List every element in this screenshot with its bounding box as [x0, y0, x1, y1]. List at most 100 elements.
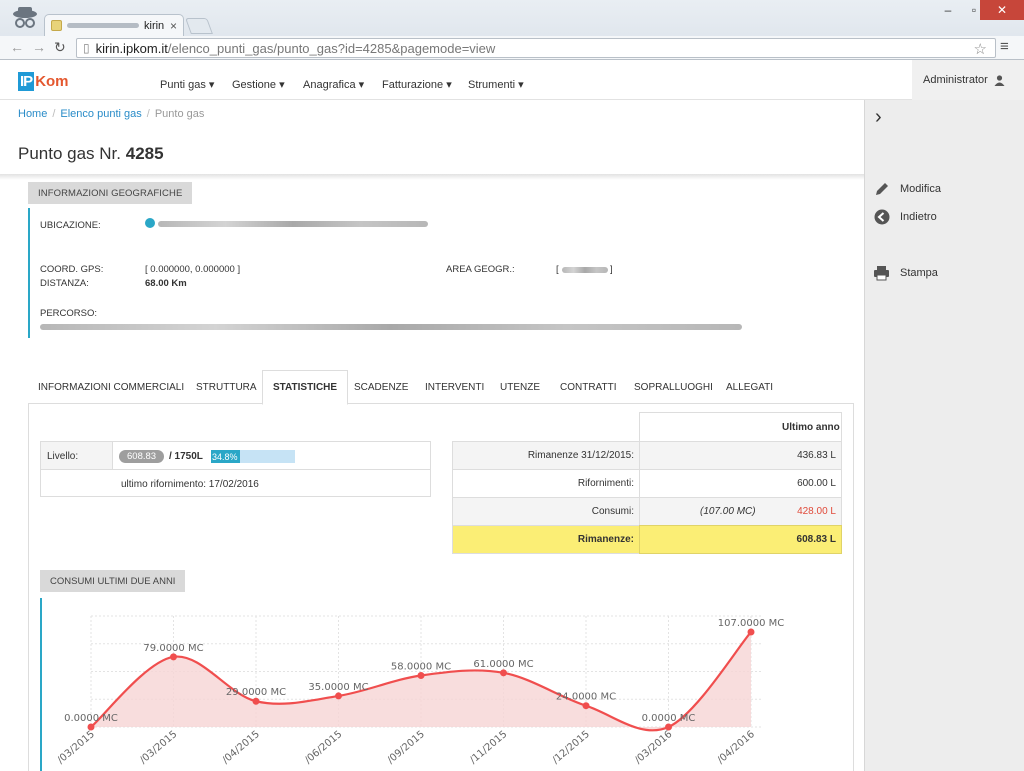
stampa-button[interactable]: Stampa — [873, 264, 938, 281]
back-icon[interactable]: ← — [10, 39, 24, 55]
data-label: 79.0000 MC — [143, 643, 203, 654]
data-point — [252, 697, 260, 705]
stats-header: Ultimo anno — [782, 422, 840, 433]
menu-fatturazione[interactable]: Fatturazione ▾ — [382, 78, 452, 91]
globe-icon — [145, 218, 155, 228]
rifornimenti-value: 600.00 L — [797, 478, 836, 489]
tab-utenze[interactable]: UTENZE — [500, 382, 540, 393]
user-icon — [994, 74, 1005, 86]
data-label: 0.0000 MC — [642, 713, 696, 724]
browser-tab[interactable]: kirin × — [44, 14, 184, 36]
bookmark-star-icon[interactable]: ☆ — [974, 40, 987, 58]
data-label: 61.0000 MC — [473, 659, 533, 670]
page-icon: ▯ — [83, 41, 90, 55]
area-redacted — [562, 267, 608, 273]
breadcrumb-elenco[interactable]: Elenco punti gas — [60, 108, 141, 120]
menu-punti-gas[interactable]: Punti gas ▾ — [160, 78, 214, 91]
x-tick-label: /04/2015 — [220, 729, 261, 766]
percorso-label: PERCORSO: — [40, 308, 98, 319]
data-point — [417, 671, 425, 679]
x-tick-label: /11/2015 — [468, 729, 509, 766]
logo[interactable]: IP Kom — [18, 72, 69, 91]
livello-table: Livello: 608.83 / 1750L 34.8% ultimo rif… — [40, 441, 431, 497]
actions-sidebar: › Modifica Indietro Stampa — [864, 100, 1024, 771]
tab-struttura[interactable]: STRUTTURA — [196, 382, 257, 393]
breadcrumb-home[interactable]: Home — [18, 108, 47, 120]
incognito-icon — [13, 7, 37, 28]
collapse-chevron-icon[interactable]: › — [875, 106, 882, 129]
consumi-chart: 0.0000 MC/03/2015 79.0000 MC/03/2015 29.00… — [55, 615, 785, 766]
page: IP Kom Punti gas ▾ Gestione ▾ Anagrafica… — [0, 60, 1024, 771]
data-label: 35.0000 MC — [308, 682, 368, 693]
data-label: 24.0000 MC — [556, 692, 616, 703]
tab-bar: INFORMAZIONI COMMERCIALI STRUTTURA STATI… — [28, 370, 854, 405]
data-label: 107.0000 MC — [718, 618, 785, 629]
logo-ip: IP — [18, 72, 35, 91]
menu-strumenti[interactable]: Strumenti ▾ — [468, 78, 524, 91]
user-menu[interactable]: Administrator — [912, 60, 1024, 100]
livello-progress-fill: 34.8% — [211, 450, 241, 463]
reload-icon[interactable]: ↻ — [54, 39, 66, 56]
coord-label: COORD. GPS: — [40, 264, 104, 275]
url-host: kirin.ipkom.it — [95, 40, 168, 56]
indietro-button[interactable]: Indietro — [873, 208, 937, 225]
favicon-icon — [51, 20, 62, 31]
tab-contratti[interactable]: CONTRATTI — [560, 382, 616, 393]
rifornimenti-label: Rifornimenti: — [577, 478, 634, 489]
info-geografiche-button[interactable]: INFORMAZIONI GEOGRAFICHE — [28, 182, 193, 204]
rimanenze-label: Rimanenze 31/12/2015: — [527, 450, 634, 461]
tab-scadenze[interactable]: SCADENZE — [354, 382, 408, 393]
distanza-label: DISTANZA: — [40, 278, 89, 289]
tab-sopralluoghi[interactable]: SOPRALLUOGHI — [634, 382, 713, 393]
data-label: 58.0000 MC — [391, 661, 451, 672]
top-navbar: IP Kom Punti gas ▾ Gestione ▾ Anagrafica… — [0, 60, 1024, 100]
user-name: Administrator — [923, 74, 988, 86]
punto-number: 4285 — [125, 144, 164, 163]
consumi-chart-button[interactable]: CONSUMI ULTIMI DUE ANNI — [40, 570, 186, 592]
back-circle-icon — [873, 208, 890, 225]
menu-anagrafica[interactable]: Anagrafica ▾ — [303, 78, 364, 91]
data-label: 29.0000 MC — [226, 687, 286, 698]
x-tick-label: /03/2015 — [138, 729, 179, 766]
close-window-icon[interactable]: ✕ — [980, 0, 1024, 20]
browser-menu-icon[interactable]: ≡ — [1000, 38, 1009, 55]
consumi-chart-container: 0.0000 MC/03/2015 79.0000 MC/03/2015 29.00… — [40, 598, 820, 771]
rimanenze-value: 436.83 L — [797, 450, 836, 461]
modifica-button[interactable]: Modifica — [873, 180, 941, 197]
breadcrumb-current: Punto gas — [154, 108, 205, 120]
address-bar[interactable]: ▯ kirin.ipkom.it /elenco_punti_gas/punto… — [76, 38, 996, 58]
livello-current-badge: 608.83 — [119, 450, 165, 463]
x-tick-label: /03/2016 — [633, 729, 674, 766]
tab-allegati[interactable]: ALLEGATI — [726, 382, 773, 393]
ubicazione-redacted — [158, 221, 428, 227]
ubicazione-label: UBICAZIONE: — [40, 220, 101, 231]
tab-informazioni-commerciali[interactable]: INFORMAZIONI COMMERCIALI — [38, 382, 184, 393]
tab-statistiche[interactable]: STATISTICHE — [262, 370, 349, 405]
new-tab-button[interactable] — [185, 18, 213, 34]
tab-title: kirin — [144, 19, 165, 32]
minimize-icon[interactable]: – — [934, 0, 962, 20]
divider — [0, 174, 864, 180]
distanza-value: 68.00 Km — [145, 278, 187, 289]
breadcrumb: Home / Elenco punti gas / Punto gas — [18, 108, 205, 120]
url-path: /elenco_punti_gas/punto_gas?id=4285&page… — [167, 40, 496, 56]
x-tick-label: /03/2015 — [55, 729, 96, 766]
rimanenze-total-value: 608.83 L — [796, 534, 836, 545]
forward-icon[interactable]: → — [32, 39, 46, 55]
x-tick-label: /09/2015 — [385, 729, 426, 766]
area-label: AREA GEOGR.: — [446, 264, 515, 275]
tab-interventi[interactable]: INTERVENTI — [425, 382, 484, 393]
data-label: 0.0000 MC — [64, 713, 118, 724]
area-bracket-open: [ — [556, 264, 559, 275]
x-tick-label: /04/2016 — [715, 729, 756, 766]
pencil-icon — [873, 180, 890, 197]
ultimo-rifornimento: ultimo rifornimento: 17/02/2016 — [121, 479, 259, 490]
close-tab-icon[interactable]: × — [170, 19, 177, 33]
browser-toolbar: ← → ↻ ▯ kirin.ipkom.it /elenco_punti_gas… — [0, 36, 1024, 60]
consumi-value: 428.00 L — [797, 506, 836, 517]
logo-kom: Kom — [35, 73, 69, 90]
percorso-redacted — [40, 324, 742, 330]
area-bracket-close: ] — [610, 264, 613, 275]
data-point — [335, 692, 342, 700]
menu-gestione[interactable]: Gestione ▾ — [232, 78, 285, 91]
